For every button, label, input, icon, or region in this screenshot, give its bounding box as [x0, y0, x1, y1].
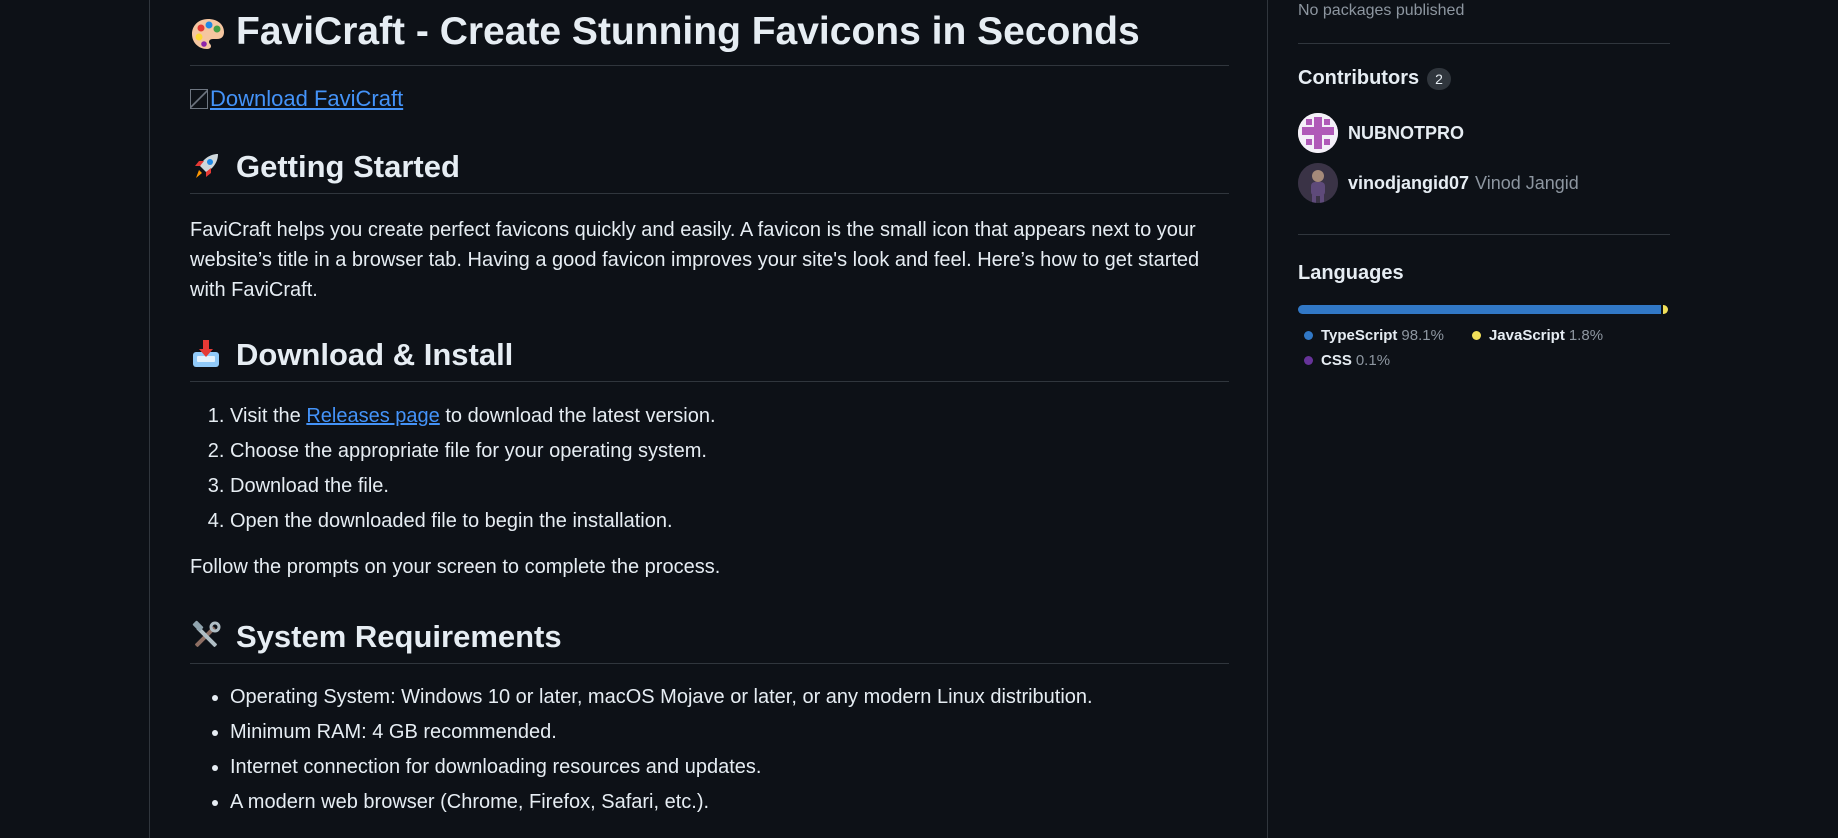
releases-page-link[interactable]: Releases page [306, 405, 439, 427]
readme-title: FaviCraft - Create Stunning Favicons in … [190, 0, 1229, 66]
hammer-wrench-icon [190, 620, 222, 652]
requirement-item: Internet connection for downloading reso… [230, 750, 1229, 785]
readme-container: FaviCraft - Create Stunning Favicons in … [149, 0, 1268, 838]
download-link-wrap: Download FaviCraft [190, 86, 403, 112]
install-steps: Visit the Releases page to download the … [190, 399, 1229, 539]
getting-started-paragraph: FaviCraft helps you create perfect favic… [190, 219, 1200, 301]
language-color-dot [1304, 331, 1313, 340]
contributors-heading[interactable]: Contributors 2 [1298, 67, 1451, 90]
inbox-tray-icon [190, 338, 222, 370]
requirement-item: A modern web browser (Chrome, Firefox, S… [230, 785, 1229, 820]
requirements-list: Operating System: Windows 10 or later, m… [190, 680, 1229, 820]
broken-image-icon [190, 89, 208, 109]
heading-getting-started: Getting Started [190, 150, 1229, 194]
language-color-dot [1471, 331, 1481, 340]
language-item[interactable]: CSS 0.1% [1304, 352, 1390, 369]
follow-prompts-text: Follow the prompts on your screen to com… [190, 556, 721, 578]
contributor-fullname: Vinod Jangid [1475, 172, 1579, 193]
title-text: FaviCraft - Create Stunning Favicons in … [236, 10, 1140, 53]
contributor-username[interactable]: NUBNOTPRO [1348, 123, 1464, 144]
heading-download-install: Download & Install [190, 338, 1229, 382]
contributors-count-badge: 2 [1427, 67, 1451, 90]
languages-bar [1298, 305, 1668, 314]
languages-legend: TypeScript 98.1% JavaScript 1.8% CSS 0.1… [1304, 327, 1674, 369]
readme-content: FaviCraft - Create Stunning Favicons in … [190, 0, 1229, 813]
languages-heading: Languages [1298, 262, 1404, 284]
avatar[interactable] [1298, 113, 1338, 153]
install-step: Visit the Releases page to download the … [230, 399, 1229, 434]
packages-empty-text: No packages published [1298, 2, 1465, 19]
palette-icon [190, 16, 224, 49]
heading-text: Getting Started [236, 148, 460, 184]
heading-text: Download & Install [236, 336, 514, 372]
install-step: Open the downloaded file to begin the in… [230, 504, 1229, 539]
install-step: Choose the appropriate file for your ope… [230, 434, 1229, 469]
heading-system-requirements: System Requirements [190, 620, 1229, 664]
contributor-item[interactable]: NUBNOTPRO [1298, 113, 1464, 153]
contributor-item[interactable]: vinodjangid07 Vinod Jangid [1298, 163, 1579, 203]
language-color-dot [1304, 356, 1313, 365]
requirement-item: Minimum RAM: 4 GB recommended. [230, 715, 1229, 750]
language-item[interactable]: JavaScript 1.8% [1471, 327, 1603, 344]
sidebar-divider [1298, 234, 1670, 235]
sidebar-divider [1298, 43, 1670, 44]
rocket-icon [190, 150, 222, 182]
language-bar-segment [1662, 305, 1668, 314]
download-favicraft-link[interactable]: Download FaviCraft [210, 86, 403, 112]
install-step: Download the file. [230, 469, 1229, 504]
requirement-item: Operating System: Windows 10 or later, m… [230, 680, 1229, 715]
contributor-username[interactable]: vinodjangid07 [1348, 173, 1469, 194]
heading-text: System Requirements [236, 618, 562, 654]
language-item[interactable]: TypeScript 98.1% [1304, 327, 1444, 344]
language-bar-segment [1298, 305, 1661, 314]
avatar[interactable] [1298, 163, 1338, 203]
